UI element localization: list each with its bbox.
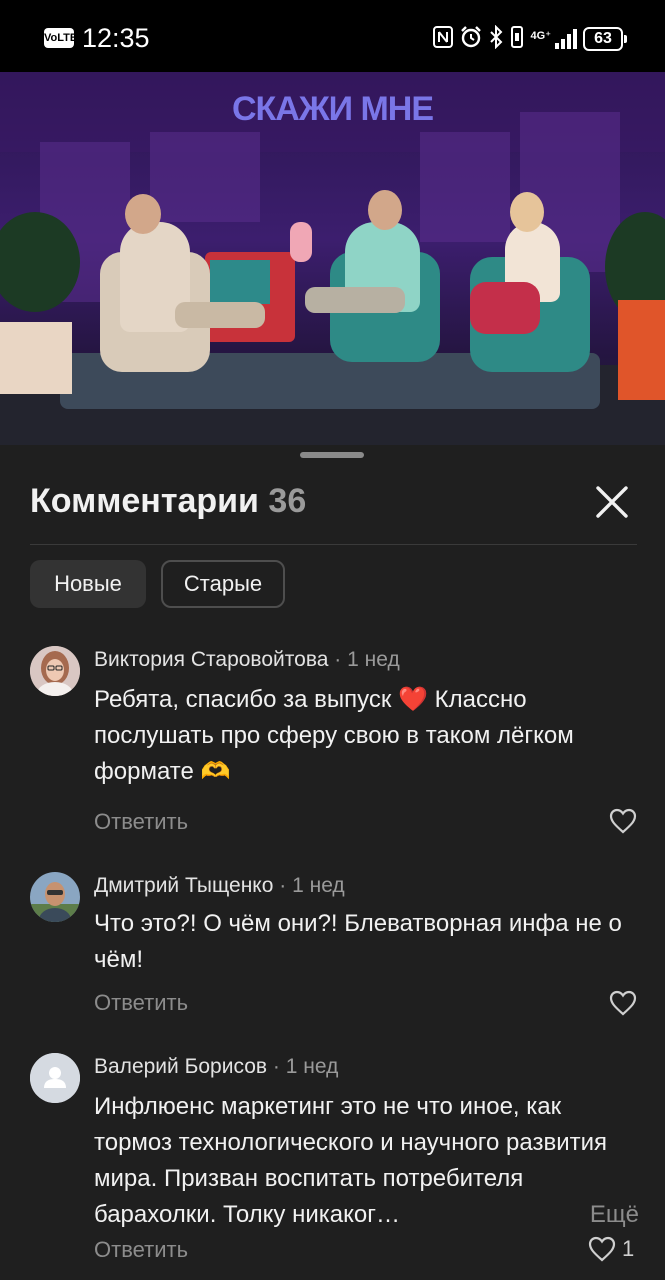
- volte-icon: VoLTE: [44, 28, 77, 48]
- reply-button[interactable]: Ответить: [94, 990, 188, 1016]
- network-type: 4G⁺: [530, 30, 551, 42]
- comment-item: Валерий Борисов · 1 нед Инфлюенс маркети…: [0, 1047, 665, 1280]
- drag-handle[interactable]: [300, 452, 364, 458]
- comment-text: Ребята, спасибо за выпуск ❤️ Классно пос…: [94, 686, 574, 785]
- comments-title: Комментарии 36: [30, 482, 306, 521]
- comments-title-text: Комментарии: [30, 482, 259, 520]
- comment-separator: ·: [272, 1055, 280, 1078]
- close-button[interactable]: [592, 482, 632, 522]
- comment-author[interactable]: Виктория Старовойтова: [94, 648, 328, 671]
- like-button[interactable]: 1: [588, 1236, 634, 1262]
- comment-item: Дмитрий Тыщенко · 1 нед Что это?! О чём …: [0, 866, 665, 1026]
- close-icon: [596, 486, 628, 518]
- bluetooth-icon: [489, 24, 503, 54]
- status-bar: VoLTE 12:35 4G⁺ 63: [0, 0, 665, 72]
- video-player[interactable]: СКАЖИ МНЕ: [0, 72, 665, 445]
- comment-item: Виктория Старовойтова · 1 нед Ребята, сп…: [0, 640, 665, 840]
- comment-author[interactable]: Дмитрий Тыщенко: [94, 874, 273, 897]
- comment-meta: Дмитрий Тыщенко · 1 нед: [94, 874, 345, 898]
- sort-new-chip[interactable]: Новые: [30, 560, 146, 608]
- comment-separator: ·: [279, 874, 287, 897]
- comment-time: 1 нед: [292, 874, 345, 897]
- reply-button[interactable]: Ответить: [94, 809, 188, 835]
- avatar[interactable]: [30, 1053, 80, 1103]
- heart-icon: [609, 990, 637, 1016]
- comment-time: 1 нед: [285, 1055, 339, 1078]
- comment-text: Инфлюенс маркетинг это не что иное, как …: [94, 1089, 639, 1233]
- avatar[interactable]: [30, 646, 80, 696]
- video-title: СКАЖИ МНЕ: [231, 90, 434, 128]
- show-more-link[interactable]: Ещё: [590, 1197, 639, 1233]
- comment-text: Что это?! О чём они?! Блеватворная инфа …: [94, 910, 622, 973]
- comment-time: 1 нед: [347, 648, 400, 671]
- header-divider: [30, 544, 637, 545]
- alarm-icon: [459, 25, 483, 54]
- comments-count: 36: [268, 482, 307, 520]
- heart-icon: [609, 808, 637, 834]
- signal-icon: 4G⁺: [531, 29, 577, 49]
- comment-meta: Виктория Старовойтова · 1 нед: [94, 648, 400, 672]
- comment-separator: ·: [334, 648, 342, 671]
- battery-icon: 63: [583, 27, 627, 51]
- heart-icon: [588, 1236, 616, 1262]
- comment-author[interactable]: Валерий Борисов: [94, 1055, 267, 1078]
- status-icons: 4G⁺ 63: [432, 24, 627, 54]
- vibrate-icon: [509, 25, 525, 54]
- like-button[interactable]: [609, 990, 643, 1016]
- reply-button[interactable]: Ответить: [94, 1237, 188, 1263]
- comment-text-content: Инфлюенс маркетинг это не что иное, как …: [94, 1093, 608, 1228]
- default-user-icon: [30, 1053, 80, 1103]
- comment-meta: Валерий Борисов · 1 нед: [94, 1055, 338, 1079]
- sort-old-chip[interactable]: Старые: [161, 560, 285, 608]
- nfc-icon: [432, 25, 453, 53]
- avatar[interactable]: [30, 872, 80, 922]
- like-count: 1: [622, 1236, 635, 1261]
- status-time: 12:35: [82, 23, 150, 53]
- like-button[interactable]: [609, 808, 643, 834]
